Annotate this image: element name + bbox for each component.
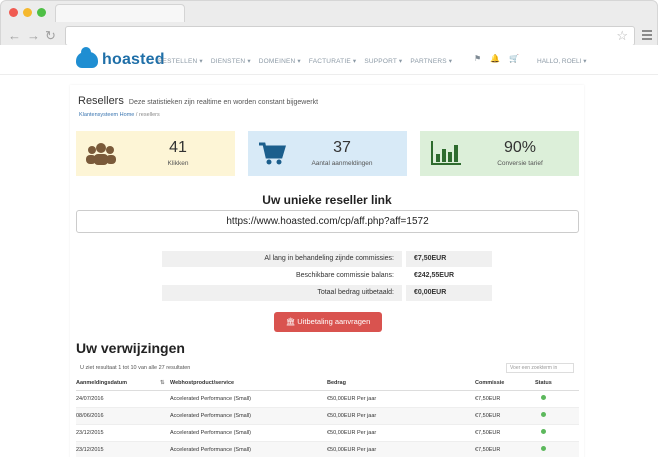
referrals-title: Uw verwijzingen — [76, 340, 185, 356]
reseller-link-title: Uw unieke reseller link — [262, 193, 392, 207]
referrals-table: Aanmeldingsdatum ⇅ Webhostproduct/servic… — [76, 376, 579, 457]
site-logo[interactable]: hoasted — [76, 47, 165, 69]
sort-icon[interactable]: ⇅ — [156, 376, 170, 391]
results-info: U ziet resultaat 1 tot 10 van alle 27 re… — [80, 365, 191, 371]
browser-menu-icon[interactable] — [642, 30, 652, 42]
status-dot-icon — [541, 395, 546, 400]
menu-item-facturatie[interactable]: FACTURATIE ▾ — [309, 57, 356, 65]
header-icons: ⚑ 🔔 🛒 — [474, 54, 519, 63]
page-title-text: Resellers — [78, 95, 124, 107]
menu-item-domeinen[interactable]: DOMEINEN ▾ — [259, 57, 301, 65]
bell-icon[interactable]: 🔔 — [490, 54, 500, 63]
commission-row-pending: Al lang in behandeling zijnde commissies… — [162, 251, 492, 267]
commission-row-paid: Totaal bedrag uitbetaald: €0,00EUR — [162, 285, 492, 301]
stat-card-signups: 37 Aantal aanmeldingen — [248, 131, 407, 176]
column-header-commission[interactable]: Commissie — [475, 376, 535, 391]
cloud-logo-icon — [76, 47, 98, 68]
minimize-window-button[interactable] — [23, 8, 32, 17]
arrow-left-icon[interactable]: ← — [8, 29, 21, 43]
stat-label-signups: Aantal aanmeldingen — [311, 160, 373, 167]
stat-value-signups: 37 — [333, 139, 351, 156]
main-content: Resellers Deze statistieken zijn realtim… — [70, 85, 584, 457]
flag-icon[interactable]: ⚑ — [474, 54, 481, 63]
stat-label-clicks: Klikken — [167, 160, 189, 167]
commission-value: €242,55EUR — [414, 272, 455, 279]
page-title: Resellers Deze statistieken zijn realtim… — [78, 95, 318, 107]
status-dot-icon — [541, 412, 546, 417]
menu-item-partners[interactable]: PARTNERS ▾ — [410, 57, 452, 65]
table-row: 23/12/2015 Accelerated Performance (Smal… — [76, 424, 579, 442]
table-row: 08/06/2016 Accelerated Performance (Smal… — [76, 407, 579, 425]
browser-tab[interactable] — [55, 4, 185, 22]
close-window-button[interactable] — [9, 8, 18, 17]
commission-value: €0,00EUR — [414, 289, 447, 296]
stat-value-clicks: 41 — [169, 139, 187, 156]
column-header-product[interactable]: Webhostproduct/service — [170, 376, 327, 391]
stat-card-clicks: 41 Klikken — [76, 131, 235, 176]
status-dot-icon — [541, 446, 546, 451]
reload-icon[interactable]: ↻ — [45, 29, 56, 43]
stat-value-conversion: 90% — [503, 139, 537, 156]
table-header-row: Aanmeldingsdatum ⇅ Webhostproduct/servic… — [76, 376, 579, 391]
site-header: hoasted BESTELLEN ▾ DIENSTEN ▾ DOMEINEN … — [0, 45, 658, 75]
page-subtitle: Deze statistieken zijn realtime en worde… — [128, 99, 319, 106]
user-menu[interactable]: HALLO, ROELI ▾ — [537, 57, 587, 65]
commission-row-balance: Beschikbare commissie balans: €242,55EUR — [162, 268, 492, 284]
stat-card-conversion: 90% Conversie tarief — [420, 131, 579, 176]
commission-label: Totaal bedrag uitbetaald: — [162, 285, 402, 301]
maximize-window-button[interactable] — [37, 8, 46, 17]
arrow-right-icon[interactable]: → — [27, 29, 40, 43]
main-menu: BESTELLEN ▾ DIENSTEN ▾ DOMEINEN ▾ FACTUR… — [158, 57, 452, 65]
table-row: 23/12/2015 Accelerated Performance (Smal… — [76, 441, 579, 457]
breadcrumb-current: resellers — [138, 112, 160, 118]
logo-text: hoasted — [102, 51, 165, 68]
reseller-link-field[interactable]: https://www.hoasted.com/cp/aff.php?aff=1… — [76, 210, 579, 233]
status-dot-icon — [541, 429, 546, 434]
bar-chart-icon — [431, 141, 461, 165]
breadcrumb: Klantensysteem Home / resellers — [79, 112, 160, 118]
menu-item-bestellen[interactable]: BESTELLEN ▾ — [158, 57, 203, 65]
commission-label: Al lang in behandeling zijnde commissies… — [162, 251, 402, 267]
users-icon — [86, 143, 116, 165]
column-header-date[interactable]: Aanmeldingsdatum — [76, 376, 156, 391]
stat-label-conversion: Conversie tarief — [497, 160, 543, 167]
breadcrumb-separator: / — [135, 112, 138, 118]
request-payout-button[interactable]: 🏛 Uitbetaling aanvragen — [274, 312, 382, 332]
address-bar[interactable]: ☆ — [65, 26, 635, 46]
menu-item-support[interactable]: SUPPORT ▾ — [364, 57, 402, 65]
commission-label: Beschikbare commissie balans: — [295, 272, 394, 279]
cart-icon — [259, 142, 286, 165]
table-row: 24/07/2016 Accelerated Performance (Smal… — [76, 390, 579, 408]
search-input[interactable]: Voer een zoekterm in — [506, 363, 574, 373]
cart-icon[interactable]: 🛒 — [509, 54, 519, 63]
breadcrumb-home-link[interactable]: Klantensysteem Home — [79, 112, 134, 118]
column-header-amount[interactable]: Bedrag — [327, 376, 475, 391]
column-header-status[interactable]: Status — [535, 376, 579, 391]
menu-item-diensten[interactable]: DIENSTEN ▾ — [211, 57, 251, 65]
bookmark-star-icon[interactable]: ☆ — [616, 28, 628, 44]
commission-value: €7,50EUR — [414, 255, 447, 262]
